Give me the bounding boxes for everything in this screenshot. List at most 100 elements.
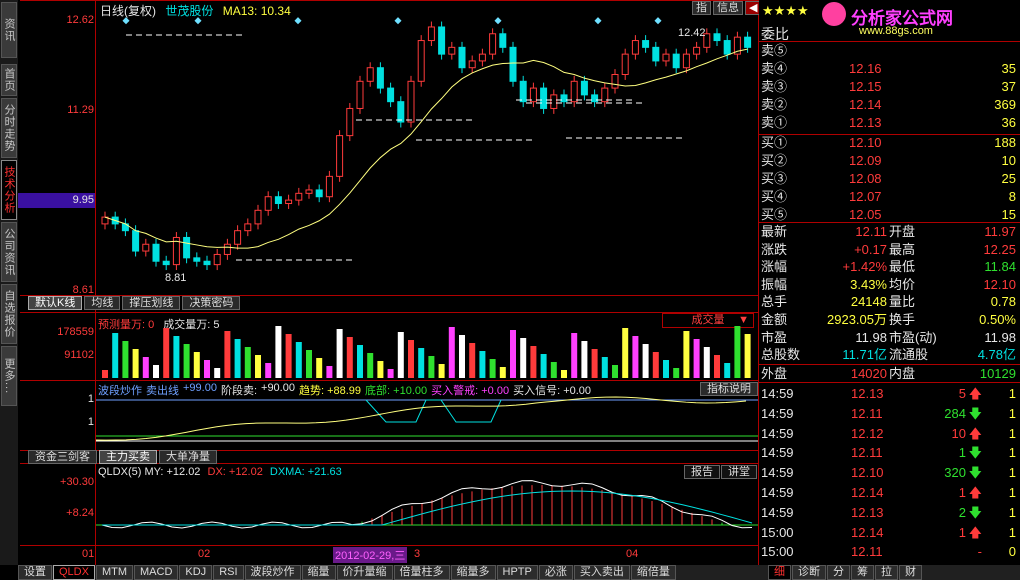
candle [499, 33, 507, 48]
candle [336, 135, 344, 177]
candle [509, 46, 517, 82]
ask-label: 卖⑤ [761, 43, 788, 58]
right-panel-tab[interactable]: 拉 [875, 565, 898, 580]
ask-price: 12.14 [849, 97, 882, 112]
tab-support-resistance[interactable]: 撑压划线 [122, 296, 181, 310]
volume-bar [163, 328, 170, 378]
bottom-tab[interactable]: QLDX [53, 565, 95, 580]
logo-icon [822, 2, 846, 26]
quote-row: 买① 12.10 188 [759, 134, 1020, 151]
right-panel-tab[interactable]: 细 [768, 565, 791, 580]
volume-bar [316, 358, 323, 378]
candle [152, 243, 160, 262]
bottom-tab[interactable]: 必涨 [538, 565, 573, 580]
volume-bar [632, 336, 639, 378]
stat-label-2: 开盘 [889, 224, 916, 239]
tab-main-force[interactable]: 主力买卖 [99, 450, 157, 464]
vtab-timeshare[interactable]: 分时走势 [1, 98, 17, 158]
bid-volume: 25 [1001, 171, 1016, 186]
band-axis-1: 1 [87, 393, 94, 405]
volume-bar [234, 339, 241, 378]
tick-price: 12.10 [851, 465, 884, 481]
ask-volume: 369 [994, 97, 1016, 112]
bottom-tab[interactable]: 缩量多 [450, 565, 496, 580]
bottom-tab[interactable]: 倍量柱多 [393, 565, 450, 580]
tab-fund-trio[interactable]: 资金三剑客 [28, 450, 97, 464]
stat-value-2: 4.78亿 [977, 347, 1016, 363]
candle [234, 230, 242, 245]
stat-value: 24148 [850, 294, 887, 310]
kline-chart[interactable] [96, 0, 758, 295]
tick-time: 15:00 [761, 524, 794, 540]
volume-chart [102, 326, 751, 378]
bottom-tab[interactable]: MACD [134, 565, 179, 580]
right-panel-tab[interactable]: 分 [827, 565, 850, 580]
bottom-tab[interactable]: 缩倍量 [630, 565, 676, 580]
period-label: 日线(复权) [100, 4, 156, 18]
right-panel-tab[interactable]: 诊断 [792, 565, 826, 580]
stat-value: +0.17 [854, 241, 887, 257]
down-arrow-icon: 🡇 [968, 504, 982, 520]
bottom-tab[interactable]: RSI [213, 565, 244, 580]
down-arrow-icon: 🡇 [968, 465, 982, 481]
diamond-marker [654, 17, 662, 25]
bid-label: 买④ [761, 189, 788, 204]
bottom-tab[interactable]: MTM [95, 565, 134, 580]
band-trend-line [96, 396, 747, 441]
candle [744, 36, 752, 48]
vtab-technical-analysis[interactable]: 技术分析 [1, 160, 17, 220]
tick-time: 14:59 [761, 425, 794, 441]
vtab-home[interactable]: 首页 [1, 64, 17, 96]
fund-tabs: 资金三剑客 主力买卖 大单净量 [28, 450, 217, 464]
volume-bar [448, 327, 455, 378]
ask-volume: 37 [1001, 79, 1016, 94]
bid-label: 买③ [761, 171, 788, 186]
volume-bar [540, 354, 547, 378]
tab-default-kline[interactable]: 默认K线 [28, 296, 83, 310]
rating-stars: ★★★★ [762, 3, 809, 18]
ask-label: 卖④ [761, 61, 788, 76]
candle [142, 243, 150, 252]
info-button[interactable]: 信息 [713, 1, 743, 15]
diamond-marker [394, 17, 402, 25]
tab-decision-code[interactable]: 决策密码 [182, 296, 241, 310]
stat-label-2: 最高 [889, 241, 916, 257]
bottom-tab[interactable]: 波段炒作 [244, 565, 301, 580]
vtab-news[interactable]: 资讯 [1, 2, 17, 58]
volume-bar [510, 330, 516, 378]
tick-volume: 320 [944, 465, 966, 481]
vtab-company-news[interactable]: 公司资讯 [1, 222, 17, 282]
volume-bar [489, 359, 496, 378]
right-panel-tab[interactable]: 财 [899, 565, 922, 580]
stat-label: 振幅 [761, 276, 788, 292]
bottom-tab[interactable]: 缩量 [301, 565, 336, 580]
up-arrow-icon: 🡅 [968, 386, 982, 401]
vtab-watchlist[interactable]: 自选报价 [1, 284, 17, 344]
bid-price: 12.09 [849, 153, 882, 168]
diamond-marker [494, 17, 502, 25]
indicator-button[interactable]: 指 [692, 1, 711, 15]
stat-value: 12.11 [855, 224, 887, 239]
qldx-chart [96, 480, 758, 529]
bottom-tab[interactable]: KDJ [179, 565, 213, 580]
tab-ma[interactable]: 均线 [84, 296, 121, 310]
vtab-more[interactable]: 更多... [1, 346, 17, 406]
quote-row: 金额 2923.05万 换手 0.50% [759, 311, 1020, 328]
bottom-tab[interactable]: 买入卖出 [573, 565, 630, 580]
bid-price: 12.05 [849, 207, 882, 222]
bottom-tab[interactable]: HPTP [496, 565, 538, 580]
quote-row: 卖① 12.13 36 [759, 114, 1020, 131]
stock-name: 世茂股份 [165, 4, 214, 18]
tab-big-order[interactable]: 大单净量 [159, 450, 217, 464]
volume-bar [397, 332, 404, 378]
quote-row: 买⑤ 12.05 15 [759, 206, 1020, 223]
volume-bar [387, 369, 394, 378]
quote-row: 卖⑤ [759, 42, 1020, 59]
bottom-tab[interactable]: 设置 [18, 565, 52, 580]
tick-count: 1 [1008, 386, 1016, 401]
volume-bar [571, 333, 578, 378]
tick-count: 1 [1008, 485, 1016, 500]
tick-time: 14:59 [761, 485, 794, 500]
right-panel-tab[interactable]: 筹 [851, 565, 874, 580]
bottom-tab[interactable]: 价升量缩 [336, 565, 393, 580]
